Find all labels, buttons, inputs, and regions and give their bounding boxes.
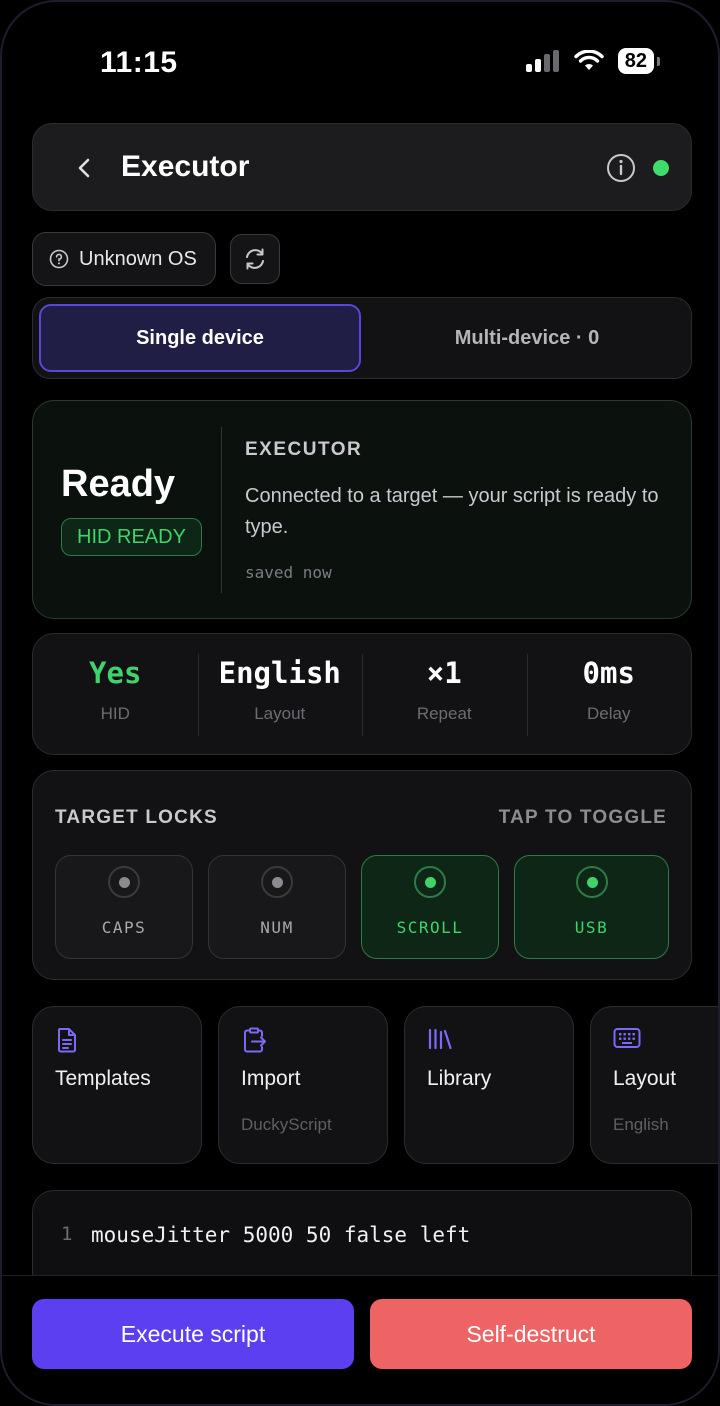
signal-bars-icon [525, 50, 559, 72]
lock-label: SCROLL [396, 918, 464, 937]
stat-layout: English Layout [197, 634, 363, 754]
divider [221, 427, 222, 593]
tab-single-device[interactable]: Single device [39, 304, 361, 372]
status-badge: HID READY [61, 518, 202, 556]
quick-action-title: Layout [613, 1067, 677, 1090]
quick-action-templates[interactable]: Templates [32, 1006, 202, 1164]
bottom-action-bar: Execute script Self-destruct [2, 1275, 718, 1404]
lock-indicator [108, 866, 140, 898]
quick-action-import[interactable]: Import DuckyScript [218, 1006, 388, 1164]
self-destruct-button[interactable]: Self-destruct [370, 1299, 692, 1369]
stats-panel: Yes HID English Layout ×1 Repeat 0ms Del… [32, 633, 692, 755]
connection-status-dot [653, 160, 669, 176]
lock-indicator [575, 866, 608, 898]
executor-status-card: Ready HID READY EXECUTOR Connected to a … [32, 400, 692, 619]
os-chip-label: Unknown OS [79, 247, 197, 270]
stat-value: Yes [89, 656, 142, 690]
lock-toggle-caps[interactable]: CAPS [55, 855, 193, 959]
lock-indicator [414, 866, 446, 898]
stat-value: English [218, 656, 341, 690]
battery-indicator: 82 [617, 48, 661, 74]
lock-label: CAPS [101, 918, 147, 937]
quick-action-library[interactable]: Library [404, 1006, 574, 1164]
executor-section-label: EXECUTOR [245, 439, 363, 460]
quick-action-subtitle: DuckyScript [241, 1115, 332, 1134]
quick-action-subtitle: English [613, 1115, 669, 1134]
quick-action-layout[interactable]: Layout English [590, 1006, 718, 1164]
page-title: Executor [121, 150, 250, 183]
refresh-icon [246, 248, 264, 270]
tab-multi-device[interactable]: Multi-device · 0 [367, 304, 687, 372]
status-time: 11:15 [100, 46, 178, 79]
chevron-left-icon[interactable] [67, 150, 103, 186]
lock-toggle-num[interactable]: NUM [208, 855, 346, 959]
stat-label: HID [100, 704, 130, 723]
saved-timestamp: saved now [245, 563, 332, 582]
executor-state: Ready [61, 463, 176, 505]
target-locks-panel: TARGET LOCKS TAP TO TOGGLE CAPS NUM SCRO… [32, 770, 692, 980]
library-icon [428, 1028, 452, 1050]
header-bar: Executor [32, 123, 692, 211]
stat-repeat: ×1 Repeat [362, 634, 527, 754]
lock-toggle-scroll[interactable]: SCROLL [361, 855, 499, 959]
lock-label: USB [574, 918, 609, 937]
stat-label: Delay [587, 704, 631, 723]
locks-title: TARGET LOCKS [55, 807, 218, 828]
info-icon[interactable] [605, 152, 637, 184]
line-number: 1 [61, 1223, 73, 1245]
quick-action-title: Import [241, 1067, 301, 1090]
lock-indicator [261, 866, 293, 898]
status-icons: 82 [525, 48, 661, 74]
stat-value: 0ms [582, 656, 635, 690]
executor-description: Connected to a target — your script is r… [245, 485, 659, 538]
stat-hid: Yes HID [33, 634, 198, 754]
quick-action-title: Templates [55, 1067, 151, 1090]
stat-delay: 0ms Delay [526, 634, 692, 754]
stat-value: ×1 [426, 656, 462, 690]
keyboard-icon [613, 1028, 641, 1048]
os-detect-chip[interactable]: Unknown OS [32, 232, 216, 286]
app-screen: 11:15 82 Executor Unknown OS Single devi… [0, 0, 720, 1406]
execute-script-button[interactable]: Execute script [32, 1299, 354, 1369]
stat-label: Layout [254, 704, 306, 723]
question-circle-icon [49, 249, 69, 269]
stat-label: Repeat [416, 704, 472, 723]
locks-hint: TAP TO TOGGLE [498, 807, 667, 828]
clipboard-import-icon [244, 1027, 266, 1053]
wifi-icon [574, 50, 604, 70]
lock-toggle-usb[interactable]: USB [514, 855, 669, 959]
device-mode-tabs: Single device Multi-device · 0 [32, 297, 692, 379]
quick-action-title: Library [427, 1067, 492, 1090]
lock-label: NUM [260, 918, 294, 937]
document-icon [58, 1028, 76, 1053]
refresh-button[interactable] [230, 234, 280, 284]
code-line[interactable]: mouseJitter 5000 50 false left [91, 1223, 470, 1247]
